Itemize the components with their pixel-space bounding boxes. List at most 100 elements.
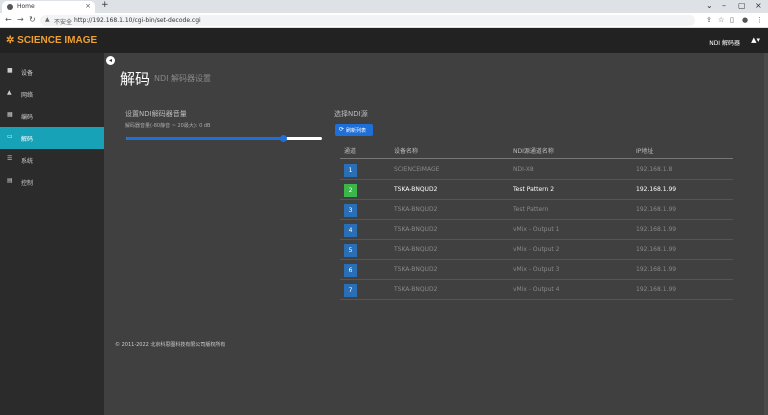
footer-copyright: © 2011-2022 北京科思图科技有限公司版权所有 <box>115 342 226 348</box>
sidebar-item-system[interactable]: ☰ 系统 <box>0 149 104 171</box>
back-icon[interactable]: ← <box>5 15 12 24</box>
table-row[interactable]: 2 TSKA-BNQUD2 Test Pattern 2 192.168.1.9… <box>340 180 733 200</box>
tab-title: Home <box>17 3 35 10</box>
channel-number[interactable]: 5 <box>344 244 357 257</box>
sidebar-item-label: 控制 <box>21 180 34 187</box>
main-content: 解码 NDI 解码器设置 设置NDI解码器音量 解码器音量(-80静音 ~ 20… <box>104 53 768 415</box>
maximize-icon[interactable]: ▢ <box>738 1 746 10</box>
source-name: Test Pattern 2 <box>513 186 555 193</box>
ip-address: 192.168.1.99 <box>636 186 677 193</box>
browser-tabbar: Home × + ⌄ – ▢ × <box>0 0 768 13</box>
device-name: TSKA-BNQUD2 <box>394 206 438 213</box>
sidebar-item-label: 网络 <box>21 92 34 99</box>
refresh-icon: ⟳ <box>339 126 345 133</box>
channel-number[interactable]: 4 <box>344 224 357 237</box>
url-text: http://192.168.1.10/cgi-bin/set-decode.c… <box>74 17 201 24</box>
ip-address: 192.168.1.99 <box>636 286 677 293</box>
table-row[interactable]: 3 TSKA-BNQUD2 Test Pattern 192.168.1.99 <box>340 200 733 220</box>
new-tab-icon[interactable]: + <box>101 0 109 10</box>
close-icon[interactable]: × <box>85 2 91 10</box>
device-name: TSKA-BNQUD2 <box>394 246 438 253</box>
star-icon[interactable]: ☆ <box>718 16 724 24</box>
sidebar-item-decode[interactable]: ▭ 解码 <box>0 127 104 149</box>
url-field[interactable]: ▲ 不安全 http://192.168.1.10/cgi-bin/set-de… <box>40 15 695 26</box>
page-subtitle: NDI 解码器设置 <box>154 74 212 83</box>
ip-address: 192.168.1.99 <box>636 206 677 213</box>
table-header: NDI源通道名称 <box>513 148 554 155</box>
select-source-label: 选择NDI源 <box>334 110 368 118</box>
table-header-divider <box>340 158 733 159</box>
table-row[interactable]: 7 TSKA-BNQUD2 vMix - Output 4 192.168.1.… <box>340 280 733 300</box>
close-window-icon[interactable]: × <box>755 1 762 10</box>
volume-label: 设置NDI解码器音量 <box>125 110 187 118</box>
device-name: TSKA-BNQUD2 <box>394 226 438 233</box>
table-row[interactable]: 6 TSKA-BNQUD2 vMix - Output 3 192.168.1.… <box>340 260 733 280</box>
source-name: vMix - Output 2 <box>513 246 560 253</box>
source-name: vMix - Output 3 <box>513 266 560 273</box>
logo: ✲ SCIENCE IMAGE <box>6 35 98 46</box>
monitor-icon: ▭ <box>7 133 13 140</box>
address-bar: ← → ↻ ▲ 不安全 http://192.168.1.10/cgi-bin/… <box>0 13 768 28</box>
channel-number[interactable]: 3 <box>344 204 357 217</box>
table-header: 通道 <box>344 148 357 155</box>
volume-range-text: 解码器音量(-80静音 ~ 20最大): 0 dB <box>125 123 211 129</box>
grid-icon: ▤ <box>7 177 13 184</box>
table-row[interactable]: 1 SCIENCEIMAGE NDI-X8 192.168.1.8 <box>340 160 733 180</box>
channel-number[interactable]: 2 <box>344 184 357 197</box>
chart-icon: ▦ <box>7 111 13 118</box>
source-name: Test Pattern <box>513 206 549 213</box>
forward-icon[interactable]: → <box>17 15 24 24</box>
page-title: 解码 <box>120 70 151 88</box>
ip-address: 192.168.1.8 <box>636 166 673 173</box>
warning-icon: ▲ <box>45 16 50 23</box>
sidebar-item-control[interactable]: ▤ 控制 <box>0 171 104 193</box>
insecure-label: 不安全 <box>54 19 73 26</box>
channel-number[interactable]: 7 <box>344 284 357 297</box>
sitemap-icon: ▲ <box>7 89 12 96</box>
sidebar-item-label: 解码 <box>21 136 34 143</box>
ip-address: 192.168.1.99 <box>636 226 677 233</box>
sidebar-item-encode[interactable]: ▦ 编码 <box>0 105 104 127</box>
list-icon: ☰ <box>7 155 13 162</box>
volume-slider-thumb[interactable] <box>279 135 287 142</box>
sidebar-item-network[interactable]: ▲ 网络 <box>0 83 104 105</box>
sidebar: ■ 设备 ▲ 网络 ▦ 编码 ▭ 解码 ☰ 系统 ▤ 控制 <box>0 53 104 415</box>
table-row[interactable]: 5 TSKA-BNQUD2 vMix - Output 2 192.168.1.… <box>340 240 733 260</box>
page-scrollbar[interactable] <box>764 53 768 415</box>
volume-slider-fill <box>126 137 283 140</box>
channel-number[interactable]: 6 <box>344 264 357 277</box>
table-header: 设备名称 <box>394 148 419 155</box>
sidebar-item-label: 编码 <box>21 114 34 121</box>
device-name: TSKA-BNQUD2 <box>394 286 438 293</box>
sidebar-item-label: 设备 <box>21 70 34 77</box>
reload-icon[interactable]: ↻ <box>29 15 36 24</box>
source-name: vMix - Output 1 <box>513 226 560 233</box>
globe-icon <box>7 4 13 10</box>
chevron-down-icon[interactable]: ⌄ <box>706 1 713 10</box>
table-header: IP地址 <box>636 148 654 155</box>
app-header: ✲ SCIENCE IMAGE NDI 解码器 ▲▾ <box>0 28 768 53</box>
refresh-list-button[interactable]: ⟳ 刷新列表 <box>335 124 373 136</box>
device-name: TSKA-BNQUD2 <box>394 186 438 193</box>
source-name: NDI-X8 <box>513 166 534 173</box>
car-icon: ■ <box>7 67 13 74</box>
device-name: SCIENCEIMAGE <box>394 166 440 173</box>
source-name: vMix - Output 4 <box>513 286 560 293</box>
browser-tab[interactable]: Home × <box>2 1 95 13</box>
volume-slider[interactable] <box>126 135 322 142</box>
share-icon[interactable]: ⇪ <box>706 16 712 24</box>
channel-number[interactable]: 1 <box>344 164 357 177</box>
user-name[interactable]: NDI 解码器 <box>709 38 740 47</box>
sidebar-item-device[interactable]: ■ 设备 <box>0 61 104 83</box>
ip-address: 192.168.1.99 <box>636 246 677 253</box>
minimize-icon[interactable]: – <box>722 1 726 10</box>
table-row[interactable]: 4 TSKA-BNQUD2 vMix - Output 1 192.168.1.… <box>340 220 733 240</box>
user-icon[interactable]: ▲▾ <box>751 36 760 44</box>
profile-icon[interactable]: ● <box>742 16 748 24</box>
menu-icon[interactable]: ⋮ <box>756 16 763 24</box>
device-name: TSKA-BNQUD2 <box>394 266 438 273</box>
ip-address: 192.168.1.99 <box>636 266 677 273</box>
sidepanel-icon[interactable]: ▯ <box>730 16 734 24</box>
sidebar-item-label: 系统 <box>21 158 34 165</box>
refresh-button-label: 刷新列表 <box>346 128 367 134</box>
